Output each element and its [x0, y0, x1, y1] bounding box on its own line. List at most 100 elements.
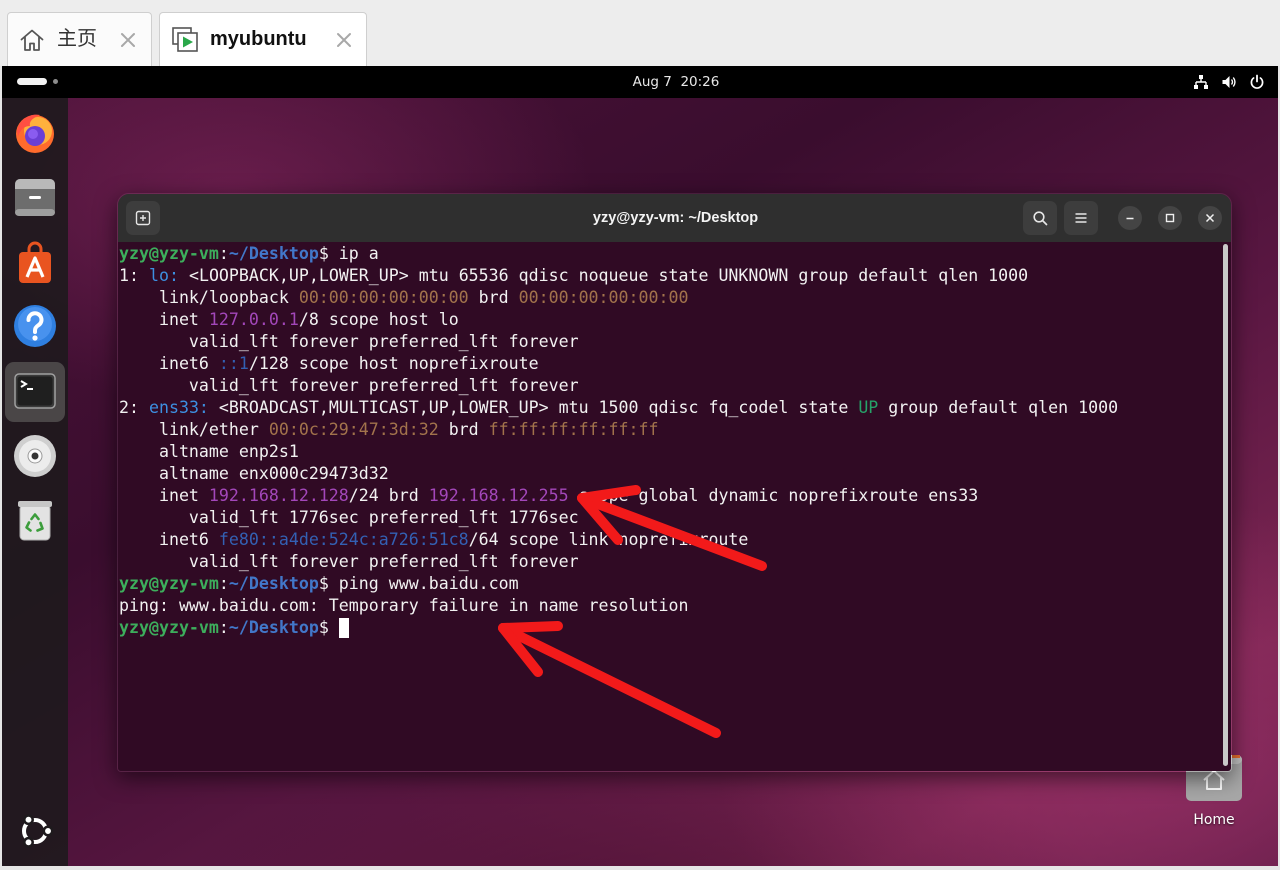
tab-label: 主页: [57, 28, 97, 50]
terminal-line: link/loopback 00:00:00:00:00:00 brd 00:0…: [119, 287, 1118, 309]
trash-icon: [11, 496, 59, 544]
ipv6-address: ::1: [218, 354, 249, 373]
terminal-line: valid_lft forever preferred_lft forever: [119, 375, 1118, 397]
terminal-text: brd: [438, 420, 489, 439]
terminal-text: valid_lft forever preferred_lft forever: [119, 376, 579, 395]
terminal-text: inet: [119, 486, 209, 505]
terminal-text: 1:: [119, 266, 149, 285]
terminal-text: /24 brd: [348, 486, 429, 505]
close-tab-icon[interactable]: [120, 32, 136, 48]
terminal-line: ping: www.baidu.com: Temporary failure i…: [119, 595, 1118, 617]
files-icon: [11, 173, 59, 221]
clock[interactable]: Aug 7 20:26: [576, 66, 776, 98]
close-button[interactable]: [1198, 206, 1222, 230]
interface-name: lo:: [148, 266, 179, 285]
terminal-text: ping: www.baidu.com: Temporary failure i…: [119, 596, 689, 615]
search-button[interactable]: [1023, 201, 1057, 235]
volume-icon: [1221, 74, 1237, 90]
terminal-line: 2: ens33: <BROADCAST,MULTICAST,UP,LOWER_…: [119, 397, 1118, 419]
virtual-machine-icon: [171, 26, 199, 54]
prompt-user: yzy@yzy-vm: [119, 618, 219, 637]
terminal-line: yzy@yzy-vm:~/Desktop$ ping www.baidu.com: [119, 573, 1118, 595]
tab-home[interactable]: 主页: [7, 12, 152, 66]
workspace-indicator-active: [17, 78, 47, 85]
terminal-text: /128 scope host noprefixroute: [248, 354, 539, 373]
link-state: UP: [858, 398, 879, 417]
ubuntu-top-bar: Aug 7 20:26: [2, 66, 1278, 98]
terminal-body[interactable]: yzy@yzy-vm:~/Desktop$ ip a 1: lo: <LOOPBA…: [118, 242, 1231, 771]
firefox-icon: [11, 109, 59, 157]
terminal-text: altname enx000c29473d32: [119, 464, 389, 483]
tab-label: myubuntu: [210, 28, 307, 50]
terminal-text: valid_lft forever preferred_lft forever: [119, 332, 579, 351]
terminal-line: inet6 ::1/128 scope host noprefixroute: [119, 353, 1118, 375]
workspace-indicator-dot: [53, 79, 58, 84]
terminal-text: :: [218, 574, 229, 593]
terminal-line: inet6 fe80::a4de:524c:a726:51c8/64 scope…: [119, 529, 1118, 551]
terminal-text: inet: [119, 310, 209, 329]
ipv4-address: 192.168.12.128: [208, 486, 349, 505]
ubuntu-logo-icon: [11, 807, 59, 855]
terminal-line: yzy@yzy-vm:~/Desktop$: [119, 617, 1118, 639]
minimize-button[interactable]: [1118, 206, 1142, 230]
terminal-line: 1: lo: <LOOPBACK,UP,LOWER_UP> mtu 65536 …: [119, 265, 1118, 287]
terminal-text: 2:: [119, 398, 149, 417]
terminal-text: brd: [468, 288, 519, 307]
prompt-path: ~/Desktop: [228, 618, 319, 637]
terminal-cursor: [338, 618, 349, 638]
maximize-button[interactable]: [1158, 206, 1182, 230]
terminal-text: group default qlen 1000: [878, 398, 1119, 417]
dock-item-dvd[interactable]: [11, 432, 59, 480]
vm-client-window: 主页 myubuntu Aug 7 20:26 Home yzy@yzy-vm:…: [0, 0, 1280, 870]
terminal-line: altname enx000c29473d32: [119, 463, 1118, 485]
activities-button[interactable]: [15, 74, 65, 90]
terminal-text: valid_lft 1776sec preferred_lft 1776sec: [119, 508, 579, 527]
ipv6-address: fe80::a4de:524c:a726:51c8: [218, 530, 469, 549]
ubuntu-desktop-screen[interactable]: Aug 7 20:26 Home yzy@yzy-vm: ~/Desktop y…: [2, 66, 1278, 866]
new-tab-button[interactable]: [126, 201, 160, 235]
mac-address: 00:00:00:00:00:00: [518, 288, 689, 307]
tab-myubuntu[interactable]: myubuntu: [159, 12, 367, 66]
desktop-home-label[interactable]: Home: [1184, 812, 1244, 828]
dock-item-firefox[interactable]: [11, 109, 59, 157]
interface-name: ens33:: [148, 398, 209, 417]
help-icon: [11, 302, 59, 350]
dvd-icon: [11, 432, 59, 480]
terminal-text: :: [218, 618, 229, 637]
terminal-text: scope global dynamic noprefixroute ens33: [568, 486, 979, 505]
system-status-menu[interactable]: [1188, 66, 1272, 98]
app-center-icon: [11, 238, 59, 286]
terminal-text: <BROADCAST,MULTICAST,UP,LOWER_UP> mtu 15…: [208, 398, 859, 417]
dock-item-files[interactable]: [11, 173, 59, 221]
terminal-header-bar[interactable]: yzy@yzy-vm: ~/Desktop: [118, 194, 1231, 242]
terminal-line: link/ether 00:0c:29:47:3d:32 brd ff:ff:f…: [119, 419, 1118, 441]
power-icon: [1249, 74, 1265, 90]
mac-address: 00:00:00:00:00:00: [298, 288, 469, 307]
dock-item-app-center[interactable]: [11, 238, 59, 286]
terminal-output: yzy@yzy-vm:~/Desktop$ ip a 1: lo: <LOOPBA…: [119, 243, 1118, 639]
dock-item-trash[interactable]: [11, 496, 59, 544]
mac-address: 00:0c:29:47:3d:32: [268, 420, 439, 439]
terminal-text: link/ether: [119, 420, 269, 439]
dock-item-help[interactable]: [11, 302, 59, 350]
terminal-text: link/loopback: [119, 288, 299, 307]
terminal-text: <LOOPBACK,UP,LOWER_UP> mtu 65536 qdisc n…: [178, 266, 1029, 285]
ipv4-address: 127.0.0.1: [208, 310, 299, 329]
terminal-line: altname enp2s1: [119, 441, 1118, 463]
terminal-scrollbar[interactable]: [1223, 244, 1228, 766]
prompt-user: yzy@yzy-vm: [119, 244, 219, 263]
prompt-path: ~/Desktop: [228, 574, 319, 593]
home-folder-icon: [1186, 755, 1242, 805]
tab-bar: 主页 myubuntu: [0, 0, 1280, 66]
show-apps-button[interactable]: [11, 807, 59, 855]
dock: [2, 98, 68, 866]
terminal-text: inet6: [119, 530, 219, 549]
close-tab-icon[interactable]: [336, 32, 352, 48]
terminal-text: $ ip a: [318, 244, 379, 263]
terminal-line: yzy@yzy-vm:~/Desktop$ ip a: [119, 243, 1118, 265]
terminal-window: yzy@yzy-vm: ~/Desktop yzy@yzy-vm:~/Deskt…: [117, 193, 1232, 772]
home-icon: [19, 27, 45, 53]
mac-address: ff:ff:ff:ff:ff:ff: [488, 420, 659, 439]
menu-button[interactable]: [1064, 201, 1098, 235]
dock-item-terminal[interactable]: [11, 367, 59, 415]
